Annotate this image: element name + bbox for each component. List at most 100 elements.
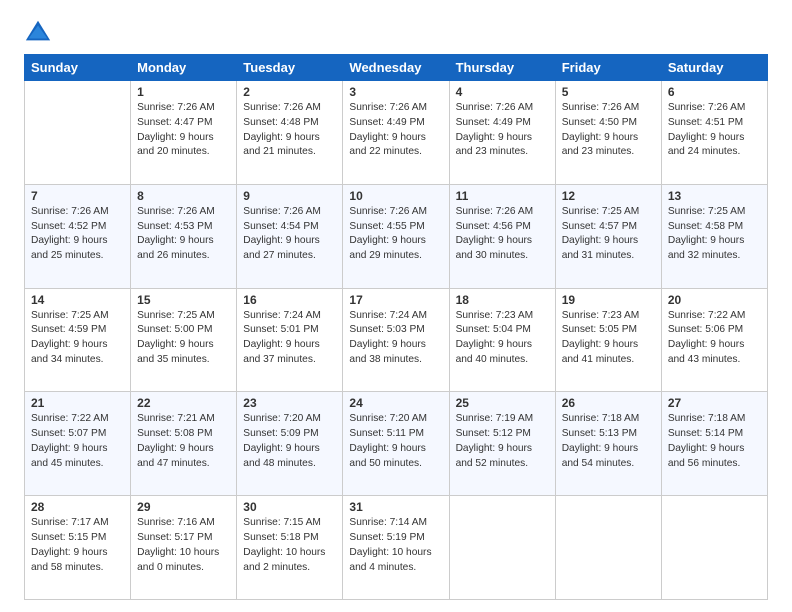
calendar-cell: 16 Sunrise: 7:24 AMSunset: 5:01 PMDayligh…	[237, 288, 343, 392]
calendar-cell: 11 Sunrise: 7:26 AMSunset: 4:56 PMDayligh…	[449, 184, 555, 288]
calendar-cell: 10Sunrise: 7:26 AMSunset: 4:55 PMDayligh…	[343, 184, 449, 288]
day-number: 19	[562, 293, 655, 307]
cell-info: Sunrise: 7:26 AMSunset: 4:54 PMDaylight:…	[243, 205, 336, 264]
day-number: 21	[31, 396, 124, 410]
day-number: 27	[668, 396, 761, 410]
day-number: 25	[456, 396, 549, 410]
day-number: 13	[668, 189, 761, 203]
day-of-week-header: Saturday	[661, 55, 767, 81]
cell-info: Sunrise: 7:24 AMSunset: 5:01 PMDaylight:…	[243, 309, 336, 368]
page: SundayMondayTuesdayWednesdayThursdayFrid…	[0, 0, 792, 612]
calendar-cell: 4Sunrise: 7:26 AMSunset: 4:49 PMDaylight…	[449, 81, 555, 185]
calendar-cell: 28 Sunrise: 7:17 AMSunset: 5:15 PMDayligh…	[25, 496, 131, 600]
cell-info: Sunrise: 7:25 AMSunset: 4:57 PMDaylight:…	[562, 205, 655, 264]
calendar-week-row: 1 Sunrise: 7:26 AMSunset: 4:47 PMDaylight…	[25, 81, 768, 185]
day-of-week-header: Thursday	[449, 55, 555, 81]
cell-info: Sunrise: 7:26 AMSunset: 4:47 PMDaylight:…	[137, 101, 230, 160]
day-number: 16	[243, 293, 336, 307]
calendar-cell: 12 Sunrise: 7:25 AMSunset: 4:57 PMDayligh…	[555, 184, 661, 288]
day-number: 5	[562, 85, 655, 99]
calendar-cell	[555, 496, 661, 600]
day-number: 29	[137, 500, 230, 514]
day-number: 14	[31, 293, 124, 307]
day-number: 8	[137, 189, 230, 203]
day-number: 20	[668, 293, 761, 307]
logo-icon	[24, 18, 52, 46]
calendar-week-row: 14 Sunrise: 7:25 AMSunset: 4:59 PMDayligh…	[25, 288, 768, 392]
cell-info: Sunrise: 7:22 AMSunset: 5:07 PMDaylight:…	[31, 412, 124, 471]
cell-info: Sunrise: 7:26 AMSunset: 4:49 PMDaylight:…	[456, 101, 549, 160]
day-number: 24	[349, 396, 442, 410]
calendar-cell: 27 Sunrise: 7:18 AMSunset: 5:14 PMDayligh…	[661, 392, 767, 496]
header	[24, 18, 768, 46]
day-number: 15	[137, 293, 230, 307]
calendar-cell: 3 Sunrise: 7:26 AMSunset: 4:49 PMDaylight…	[343, 81, 449, 185]
cell-info: Sunrise: 7:25 AMSunset: 5:00 PMDaylight:…	[137, 309, 230, 368]
cell-info: Sunrise: 7:18 AMSunset: 5:13 PMDaylight:…	[562, 412, 655, 471]
calendar-cell: 31 Sunrise: 7:14 AMSunset: 5:19 PMDayligh…	[343, 496, 449, 600]
calendar-week-row: 7 Sunrise: 7:26 AMSunset: 4:52 PMDaylight…	[25, 184, 768, 288]
day-number: 12	[562, 189, 655, 203]
cell-info: Sunrise: 7:14 AMSunset: 5:19 PMDaylight:…	[349, 516, 442, 575]
day-of-week-header: Tuesday	[237, 55, 343, 81]
day-number: 31	[349, 500, 442, 514]
calendar-cell: 18Sunrise: 7:23 AMSunset: 5:04 PMDayligh…	[449, 288, 555, 392]
day-of-week-header: Sunday	[25, 55, 131, 81]
day-number: 17	[349, 293, 442, 307]
calendar-cell: 21 Sunrise: 7:22 AMSunset: 5:07 PMDayligh…	[25, 392, 131, 496]
day-number: 26	[562, 396, 655, 410]
calendar-cell: 14 Sunrise: 7:25 AMSunset: 4:59 PMDayligh…	[25, 288, 131, 392]
logo	[24, 18, 56, 46]
calendar-cell: 20Sunrise: 7:22 AMSunset: 5:06 PMDayligh…	[661, 288, 767, 392]
day-number: 3	[349, 85, 442, 99]
calendar-cell: 23Sunrise: 7:20 AMSunset: 5:09 PMDayligh…	[237, 392, 343, 496]
calendar-cell: 7 Sunrise: 7:26 AMSunset: 4:52 PMDaylight…	[25, 184, 131, 288]
day-number: 28	[31, 500, 124, 514]
cell-info: Sunrise: 7:26 AMSunset: 4:52 PMDaylight:…	[31, 205, 124, 264]
calendar-cell: 8Sunrise: 7:26 AMSunset: 4:53 PMDaylight…	[131, 184, 237, 288]
calendar-cell: 9Sunrise: 7:26 AMSunset: 4:54 PMDaylight…	[237, 184, 343, 288]
day-number: 11	[456, 189, 549, 203]
calendar-cell	[449, 496, 555, 600]
calendar-cell: 5 Sunrise: 7:26 AMSunset: 4:50 PMDaylight…	[555, 81, 661, 185]
calendar-cell: 26 Sunrise: 7:18 AMSunset: 5:13 PMDayligh…	[555, 392, 661, 496]
calendar-cell: 24 Sunrise: 7:20 AMSunset: 5:11 PMDayligh…	[343, 392, 449, 496]
calendar-cell: 2Sunrise: 7:26 AMSunset: 4:48 PMDaylight…	[237, 81, 343, 185]
day-number: 22	[137, 396, 230, 410]
day-number: 2	[243, 85, 336, 99]
calendar-cell: 13 Sunrise: 7:25 AMSunset: 4:58 PMDayligh…	[661, 184, 767, 288]
calendar-cell	[25, 81, 131, 185]
cell-info: Sunrise: 7:26 AMSunset: 4:56 PMDaylight:…	[456, 205, 549, 264]
calendar-cell: 19 Sunrise: 7:23 AMSunset: 5:05 PMDayligh…	[555, 288, 661, 392]
cell-info: Sunrise: 7:26 AMSunset: 4:51 PMDaylight:…	[668, 101, 761, 160]
cell-info: Sunrise: 7:23 AMSunset: 5:04 PMDaylight:…	[456, 309, 549, 368]
cell-info: Sunrise: 7:26 AMSunset: 4:50 PMDaylight:…	[562, 101, 655, 160]
calendar-cell: 6 Sunrise: 7:26 AMSunset: 4:51 PMDaylight…	[661, 81, 767, 185]
calendar-cell: 22 Sunrise: 7:21 AMSunset: 5:08 PMDayligh…	[131, 392, 237, 496]
calendar-header-row: SundayMondayTuesdayWednesdayThursdayFrid…	[25, 55, 768, 81]
calendar-week-row: 28 Sunrise: 7:17 AMSunset: 5:15 PMDayligh…	[25, 496, 768, 600]
day-number: 6	[668, 85, 761, 99]
cell-info: Sunrise: 7:20 AMSunset: 5:09 PMDaylight:…	[243, 412, 336, 471]
calendar-week-row: 21 Sunrise: 7:22 AMSunset: 5:07 PMDayligh…	[25, 392, 768, 496]
calendar-cell: 15 Sunrise: 7:25 AMSunset: 5:00 PMDayligh…	[131, 288, 237, 392]
cell-info: Sunrise: 7:25 AMSunset: 4:58 PMDaylight:…	[668, 205, 761, 264]
cell-info: Sunrise: 7:26 AMSunset: 4:49 PMDaylight:…	[349, 101, 442, 160]
calendar-cell: 29Sunrise: 7:16 AMSunset: 5:17 PMDayligh…	[131, 496, 237, 600]
calendar-cell: 25Sunrise: 7:19 AMSunset: 5:12 PMDayligh…	[449, 392, 555, 496]
day-number: 1	[137, 85, 230, 99]
cell-info: Sunrise: 7:15 AMSunset: 5:18 PMDaylight:…	[243, 516, 336, 575]
calendar-cell: 1 Sunrise: 7:26 AMSunset: 4:47 PMDaylight…	[131, 81, 237, 185]
cell-info: Sunrise: 7:25 AMSunset: 4:59 PMDaylight:…	[31, 309, 124, 368]
day-of-week-header: Monday	[131, 55, 237, 81]
cell-info: Sunrise: 7:21 AMSunset: 5:08 PMDaylight:…	[137, 412, 230, 471]
day-number: 30	[243, 500, 336, 514]
cell-info: Sunrise: 7:20 AMSunset: 5:11 PMDaylight:…	[349, 412, 442, 471]
cell-info: Sunrise: 7:18 AMSunset: 5:14 PMDaylight:…	[668, 412, 761, 471]
cell-info: Sunrise: 7:17 AMSunset: 5:15 PMDaylight:…	[31, 516, 124, 575]
day-of-week-header: Friday	[555, 55, 661, 81]
day-number: 7	[31, 189, 124, 203]
cell-info: Sunrise: 7:23 AMSunset: 5:05 PMDaylight:…	[562, 309, 655, 368]
day-number: 10	[349, 189, 442, 203]
day-of-week-header: Wednesday	[343, 55, 449, 81]
